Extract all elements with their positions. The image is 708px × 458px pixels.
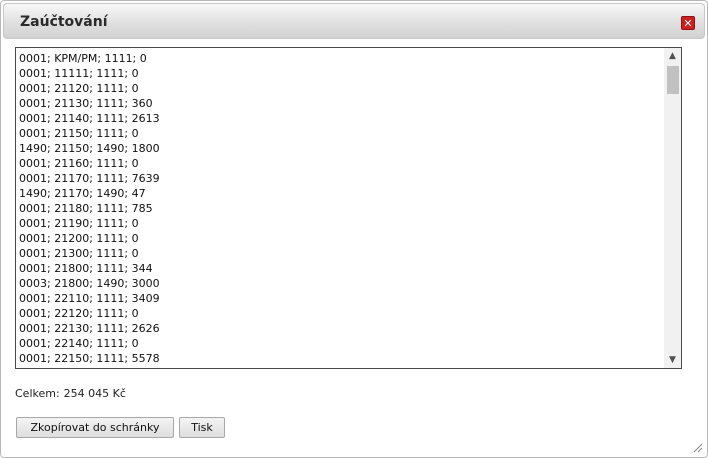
textarea-line: 0001; 21200; 1111; 0 [19,232,139,245]
dialog-titlebar[interactable]: Zaúčtování ✕ [3,3,705,39]
textarea-line: 0001; 21170; 1111; 7639 [19,172,160,185]
textarea-line: 0001; 21140; 1111; 2613 [19,112,160,125]
total-label: Celkem: [15,387,60,400]
accounting-dialog: Zaúčtování ✕ 0001; KPM/PM; 1111; 0 0001; … [0,0,708,458]
textarea-line: 0001; 21150; 1111; 0 [19,127,139,140]
textarea-line: 0003; 21800; 1490; 3000 [19,277,160,290]
resize-grip-icon[interactable] [691,441,703,453]
textarea-content[interactable]: 0001; KPM/PM; 1111; 0 0001; 11111; 1111; … [19,51,659,367]
print-button[interactable]: Tisk [179,417,225,438]
textarea-line: 0001; 22110; 1111; 3409 [19,292,160,305]
textarea-line: 0001; 21300; 1111; 0 [19,247,139,260]
textarea-line: 0001; 21120; 1111; 0 [19,82,139,95]
textarea-line: 0001; 22150; 1111; 5578 [19,352,160,365]
total-value: 254 045 Kč [63,387,126,400]
scroll-up-icon[interactable]: ▲ [664,48,681,64]
scrollbar-thumb[interactable] [667,66,679,94]
textarea-line: 0001; 22130; 1111; 2626 [19,322,160,335]
textarea-line: 1490; 21150; 1490; 1800 [19,142,160,155]
textarea-line: 0001; 21160; 1111; 0 [19,157,139,170]
textarea-line: 0001; KPM/PM; 1111; 0 [19,52,147,65]
textarea-line: 1490; 21170; 1490; 47 [19,187,146,200]
accounting-textarea[interactable]: 0001; KPM/PM; 1111; 0 0001; 11111; 1111; … [15,47,682,369]
textarea-line: 0001; 11111; 1111; 0 [19,67,139,80]
dialog-title: Zaúčtování [20,14,108,30]
textarea-line: 0001; 21180; 1111; 785 [19,202,153,215]
textarea-line: 0001; 21800; 1111; 344 [19,262,153,275]
textarea-scrollbar[interactable]: ▲ ▼ [664,48,681,368]
textarea-line: 0001; 22120; 1111; 0 [19,307,139,320]
textarea-line: 0001; 22140; 1111; 0 [19,337,139,350]
copy-to-clipboard-button[interactable]: Zkopírovat do schránky [16,417,174,438]
total-summary: Celkem: 254 045 Kč [15,387,126,400]
textarea-line: 0001; 21130; 1111; 360 [19,97,153,110]
textarea-line: 0001; 21190; 1111; 0 [19,217,139,230]
scroll-down-icon[interactable]: ▼ [664,352,681,368]
close-icon[interactable]: ✕ [681,16,695,30]
